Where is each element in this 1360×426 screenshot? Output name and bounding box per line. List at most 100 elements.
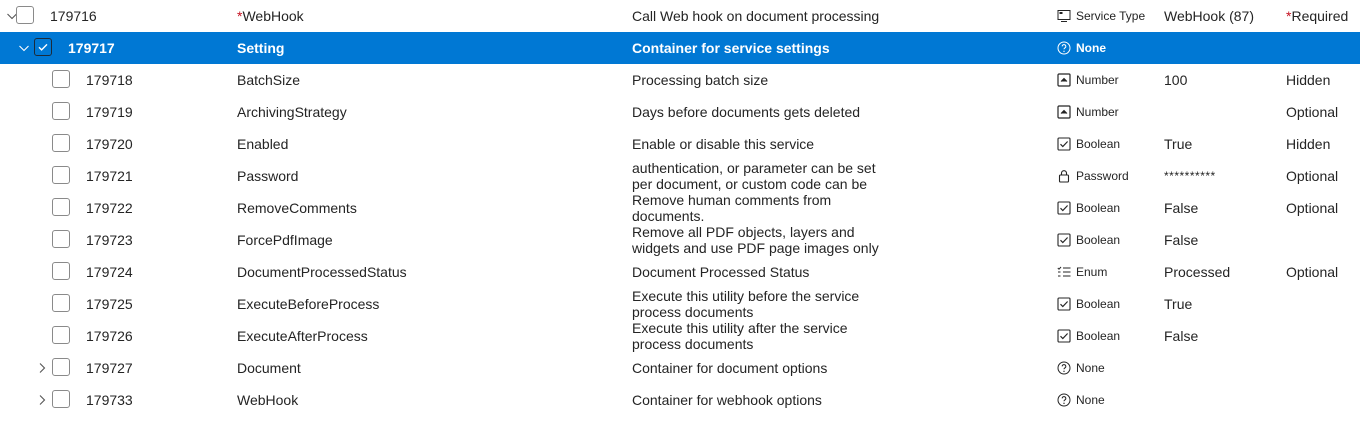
row-description: Container for service settings (632, 39, 830, 56)
row-id: 179725 (86, 296, 133, 312)
row-status-text: Optional (1286, 168, 1339, 184)
row-description: Remove all PDF objects, layers and widge… (632, 224, 879, 256)
chevron-right-icon[interactable] (34, 360, 50, 376)
row-type-label: Boolean (1076, 329, 1121, 343)
row-type-label: None (1076, 361, 1105, 375)
settings-tree-grid: 179716 *WebHook Call Web hook on document … (0, 0, 1360, 416)
row-checkbox[interactable] (52, 102, 70, 120)
row-id: 179724 (86, 264, 133, 280)
row-type-label: None (1076, 41, 1106, 55)
row-status-text: Hidden (1286, 136, 1331, 152)
row-value: False (1164, 232, 1199, 248)
tree-row[interactable]: 179718 BatchSize Processing batch size Numb… (0, 64, 1360, 96)
row-name-text: BatchSize (237, 72, 301, 88)
row-checkbox[interactable] (52, 166, 70, 184)
row-type: None (1057, 384, 1105, 416)
row-checkbox[interactable] (52, 390, 70, 408)
row-type-label: Boolean (1076, 233, 1121, 247)
row-name-text: WebHook (242, 8, 304, 24)
chevron-right-icon[interactable] (34, 392, 50, 408)
checkbox-icon (1057, 297, 1071, 311)
tree-row[interactable]: 179721 Password authentication, or paramet… (0, 160, 1360, 192)
row-id: 179719 (86, 104, 133, 120)
tree-row[interactable]: 179717 Setting Container for service setti… (0, 32, 1360, 64)
tree-row[interactable]: 179724 DocumentProcessedStatus Document Pr… (0, 256, 1360, 288)
row-status-text: Optional (1286, 200, 1339, 216)
row-checkbox[interactable] (52, 70, 70, 88)
question-circle-icon (1057, 361, 1071, 375)
question-circle-icon (1057, 393, 1071, 407)
row-name-text: ArchivingStrategy (237, 104, 347, 120)
row-type-label: Number (1076, 73, 1119, 87)
row-value: False (1164, 200, 1199, 216)
row-name-text: ExecuteBeforeProcess (237, 296, 380, 312)
row-value: True (1164, 296, 1193, 312)
row-name: Password (237, 160, 298, 192)
row-status-text: Optional (1286, 104, 1339, 120)
row-id: 179722 (86, 200, 133, 216)
row-description: Execute this utility before the service … (632, 288, 860, 320)
row-type: Boolean (1057, 128, 1120, 160)
row-checkbox[interactable] (52, 198, 70, 216)
tree-row[interactable]: 179723 ForcePdfImage Remove all PDF object… (0, 224, 1360, 256)
row-checkbox[interactable] (34, 38, 52, 56)
row-name-text: Enabled (237, 136, 289, 152)
row-status-text: Required (1291, 8, 1349, 24)
tree-row[interactable]: 179727 Document Container for document opt… (0, 352, 1360, 384)
row-checkbox[interactable] (52, 262, 70, 280)
row-name: ExecuteBeforeProcess (237, 288, 379, 320)
row-type: Number (1057, 96, 1119, 128)
chevron-down-icon[interactable] (16, 40, 32, 56)
row-id: 179733 (86, 392, 133, 408)
row-status-text: Optional (1286, 264, 1339, 280)
row-status: *Required (1286, 0, 1348, 32)
row-value: 100 (1164, 72, 1188, 88)
tree-row[interactable]: 179733 WebHook Container for webhook optio… (0, 384, 1360, 416)
row-status: Optional (1286, 160, 1338, 192)
row-status: Hidden (1286, 128, 1330, 160)
row-type-label: Password (1076, 169, 1129, 183)
row-status: Optional (1286, 96, 1338, 128)
row-type-label: None (1076, 393, 1105, 407)
row-checkbox[interactable] (16, 6, 34, 24)
tree-row[interactable]: 179720 Enabled Enable or disable this serv… (0, 128, 1360, 160)
row-name-text: ExecuteAfterProcess (237, 328, 368, 344)
row-type: Boolean (1057, 192, 1120, 224)
row-id: 179720 (86, 136, 133, 152)
row-description: authentication, or parameter can be set … (632, 160, 876, 192)
row-type-label: Boolean (1076, 137, 1121, 151)
row-checkbox[interactable] (52, 134, 70, 152)
row-description: Document Processed Status (632, 263, 810, 280)
row-checkbox[interactable] (52, 230, 70, 248)
row-checkbox[interactable] (52, 358, 70, 376)
row-name-text: Setting (237, 40, 285, 56)
row-description: Call Web hook on document processing (632, 7, 880, 24)
tree-row[interactable]: 179725 ExecuteBeforeProcess Execute this u… (0, 288, 1360, 320)
row-description: Container for document options (632, 359, 828, 376)
row-type-label: Boolean (1076, 201, 1121, 215)
tree-row[interactable]: 179726 ExecuteAfterProcess Execute this ut… (0, 320, 1360, 352)
row-type: Boolean (1057, 288, 1120, 320)
row-status: Optional (1286, 192, 1338, 224)
row-type-label: Boolean (1076, 297, 1121, 311)
row-type: None (1057, 32, 1106, 64)
row-value: True (1164, 136, 1193, 152)
row-name: *WebHook (237, 0, 304, 32)
tree-row[interactable]: 179719 ArchivingStrategy Days before docum… (0, 96, 1360, 128)
row-description: Processing batch size (632, 71, 769, 88)
tree-row[interactable]: 179722 RemoveComments Remove human comment… (0, 192, 1360, 224)
number-icon (1057, 105, 1071, 119)
row-name: WebHook (237, 384, 298, 416)
row-checkbox[interactable] (52, 326, 70, 344)
row-type: Password (1057, 160, 1129, 192)
row-type-label: Number (1076, 105, 1119, 119)
row-value: ********** (1164, 169, 1216, 183)
row-value: WebHook (87) (1164, 8, 1255, 24)
number-icon (1057, 73, 1071, 87)
row-checkbox[interactable] (52, 294, 70, 312)
row-type: Boolean (1057, 320, 1120, 352)
row-id: 179723 (86, 232, 133, 248)
row-type: Boolean (1057, 224, 1120, 256)
checkbox-icon (1057, 233, 1071, 247)
tree-row[interactable]: 179716 *WebHook Call Web hook on document … (0, 0, 1360, 32)
